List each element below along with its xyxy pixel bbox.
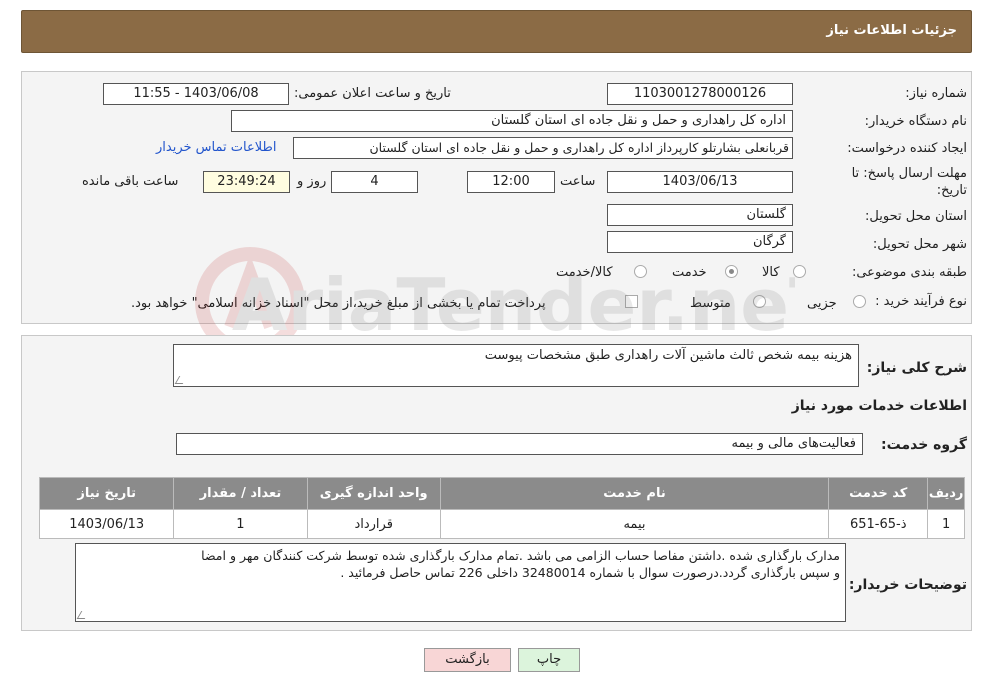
process-label: نوع فرآیند خرید : [875,294,967,309]
services-table: ردیف کد خدمت نام خدمت واحد اندازه گیری ت… [38,477,965,539]
process-option-partial: جزیی [807,296,837,311]
cell-name: بیمه [439,509,830,539]
deadline-date-field: 1403/06/13 [607,171,793,193]
buyer-notes-label: توضیحات خریدار: [848,577,967,593]
page-header: جزئیات اطلاعات نیاز [21,10,972,53]
resize-grip-icon[interactable] [174,376,188,384]
cell-date: 1403/06/13 [38,509,175,539]
resize-grip-icon[interactable] [76,611,90,619]
requester-label: ایجاد کننده درخواست: [847,141,967,156]
buyer-org-field: اداره کل راهداری و حمل و نقل جاده ای است… [231,110,793,132]
days-label: روز و [297,174,327,189]
service-group-label: گروه خدمت: [881,437,967,453]
category-radio-service[interactable] [725,265,738,278]
col-header-name: نام خدمت [439,477,830,510]
buyer-contact-link[interactable]: اطلاعات تماس خریدار [156,140,276,155]
summary-label: شرح کلی نیاز: [866,360,967,376]
services-section-title: اطلاعات خدمات مورد نیاز [791,398,967,414]
category-option-goods: کالا [762,265,780,280]
cell-row: 1 [927,509,965,539]
city-label: شهر محل تحویل: [872,237,967,252]
need-number-field: 1103001278000126 [607,83,793,105]
cell-unit: قرارداد [306,509,441,539]
treasury-checkbox[interactable] [625,295,638,308]
category-label: طبقه بندی موضوعی: [851,265,967,280]
summary-text: هزینه بیمه شخص ثالث ماشین آلات راهداری ط… [484,348,852,363]
table-header-row: ردیف کد خدمت نام خدمت واحد اندازه گیری ت… [38,477,965,510]
col-header-row: ردیف [927,477,965,510]
treasury-note: پرداخت تمام یا بخشی از مبلغ خرید،از محل … [131,296,546,311]
announce-datetime-field: 1403/06/08 - 11:55 [103,83,289,105]
summary-textarea[interactable]: هزینه بیمه شخص ثالث ماشین آلات راهداری ط… [173,344,859,387]
buyer-org-label: نام دستگاه خریدار: [864,114,967,129]
requester-field: قربانعلی بشارتلو کارپرداز اداره کل راهدا… [293,137,793,159]
col-header-code: کد خدمت [828,477,929,510]
deadline-label-line2: تاریخ: [936,183,967,198]
col-header-date: تاریخ نیاز [38,477,175,510]
deadline-label-line1: مهلت ارسال پاسخ: تا [851,166,967,181]
category-option-service: خدمت [672,265,707,280]
category-radio-goods-service[interactable] [634,265,647,278]
days-field: 4 [331,171,418,193]
announce-label: تاریخ و ساعت اعلان عمومی: [294,86,451,101]
remaining-time-field: 23:49:24 [203,171,290,193]
back-button[interactable]: بازگشت [424,648,511,672]
deadline-time-field: 12:00 [467,171,555,193]
city-field: گرگان [607,231,793,253]
remaining-label: ساعت باقی مانده [82,174,179,189]
deadline-time-label: ساعت [560,174,596,189]
category-radio-goods[interactable] [793,265,806,278]
col-header-unit: واحد اندازه گیری [306,477,441,510]
process-radio-partial[interactable] [853,295,866,308]
process-option-medium: متوسط [690,296,731,311]
buyer-notes-textarea[interactable]: مدارک بارگذاری شده .داشتن مفاصا حساب الز… [75,543,846,622]
buyer-notes-line1: مدارک بارگذاری شده .داشتن مفاصا حساب الز… [201,548,840,563]
province-label: استان محل تحویل: [865,209,967,224]
buyer-notes-line2: و سپس بارگذاری گردد.درصورت سوال با شماره… [340,565,840,580]
process-radio-medium[interactable] [753,295,766,308]
print-button[interactable]: چاپ [518,648,580,672]
province-field: گلستان [607,204,793,226]
category-option-goods-service: کالا/خدمت [556,265,613,280]
cell-qty: 1 [173,509,308,539]
page-title: جزئیات اطلاعات نیاز [826,23,957,38]
need-number-label: شماره نیاز: [905,86,967,101]
service-group-field: فعالیت‌های مالی و بیمه [176,433,863,455]
col-header-qty: تعداد / مقدار [173,477,308,510]
need-info-panel [21,71,972,324]
table-row: 1 ذ-65-651 بیمه قرارداد 1 1403/06/13 [38,509,965,539]
cell-code: ذ-65-651 [828,509,929,539]
